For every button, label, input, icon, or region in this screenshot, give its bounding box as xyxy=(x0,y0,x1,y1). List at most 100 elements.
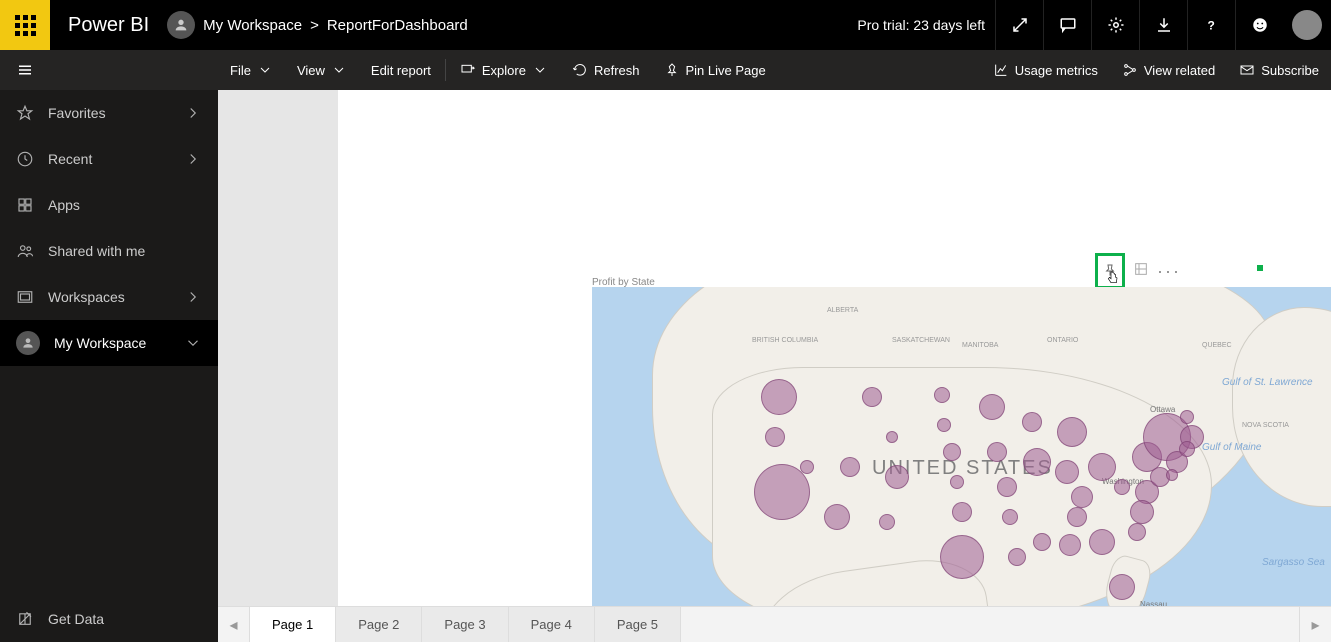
bubble-arizona[interactable] xyxy=(824,504,850,530)
nav-get-data[interactable]: Get Data xyxy=(0,596,218,642)
edit-report-button[interactable]: Edit report xyxy=(359,50,443,90)
usage-metrics-button[interactable]: Usage metrics xyxy=(981,50,1110,90)
nav-workspaces[interactable]: Workspaces xyxy=(0,274,218,320)
chevron-down-icon xyxy=(532,62,548,78)
nav-label: My Workspace xyxy=(54,335,146,351)
explore-label: Explore xyxy=(482,63,526,78)
apps-icon xyxy=(16,196,34,214)
nav-shared[interactable]: Shared with me xyxy=(0,228,218,274)
bubble-florida[interactable] xyxy=(1109,574,1135,600)
breadcrumb-separator: > xyxy=(310,17,319,34)
bubble-arkansas[interactable] xyxy=(1002,509,1018,525)
tab-next-button[interactable]: ▸ xyxy=(1299,607,1331,642)
file-menu[interactable]: File xyxy=(218,50,285,90)
view-related-button[interactable]: View related xyxy=(1110,50,1227,90)
bubble-iowa[interactable] xyxy=(987,442,1007,462)
profile-button[interactable] xyxy=(1283,0,1331,50)
bubble-wyoming[interactable] xyxy=(886,431,898,443)
workspaces-icon xyxy=(16,288,34,306)
chevron-right-icon xyxy=(184,104,202,122)
tab-prev-button[interactable]: ◂ xyxy=(218,607,250,642)
chevron-down-icon xyxy=(184,334,202,352)
bubble-wisconsin[interactable] xyxy=(1022,412,1042,432)
bubble-ohio[interactable] xyxy=(1088,453,1116,481)
bubble-nevada[interactable] xyxy=(800,460,814,474)
page-tab-2[interactable]: Page 2 xyxy=(336,607,422,642)
region-label: MANITOBA xyxy=(962,342,998,349)
help-button[interactable]: ? xyxy=(1187,0,1235,50)
usage-label: Usage metrics xyxy=(1015,63,1098,78)
nav-recent[interactable]: Recent xyxy=(0,136,218,182)
bubble-minnesota[interactable] xyxy=(979,394,1005,420)
bubble-mississippi[interactable] xyxy=(1033,533,1051,551)
user-avatar-small xyxy=(167,11,195,39)
more-options-button[interactable]: ··· xyxy=(1157,261,1181,282)
bubble-north-dakota[interactable] xyxy=(934,387,950,403)
bubble-new-mexico[interactable] xyxy=(879,514,895,530)
visual-header-icons: ··· xyxy=(1095,253,1181,289)
bubble-south-dakota[interactable] xyxy=(937,418,951,432)
pin-live-page-button[interactable]: Pin Live Page xyxy=(652,50,778,90)
bubble-south-carolina[interactable] xyxy=(1128,523,1146,541)
bubble-texas[interactable] xyxy=(940,535,984,579)
bubble-oregon[interactable] xyxy=(765,427,785,447)
bubble-utah[interactable] xyxy=(840,457,860,477)
page-tab-3[interactable]: Page 3 xyxy=(422,607,508,642)
bubble-west-virginia[interactable] xyxy=(1114,479,1130,495)
region-label: BRITISH COLUMBIA xyxy=(752,337,818,344)
pin-visual-button[interactable] xyxy=(1095,253,1125,289)
bubble-connecticut[interactable] xyxy=(1179,441,1195,457)
page-tab-4[interactable]: Page 4 xyxy=(509,607,595,642)
report-toolbar: File View Edit report Explore Refresh Pi… xyxy=(0,50,1331,90)
related-label: View related xyxy=(1144,63,1215,78)
bubble-missouri[interactable] xyxy=(997,477,1017,497)
view-menu[interactable]: View xyxy=(285,50,359,90)
notifications-button[interactable] xyxy=(1043,0,1091,50)
chevron-right-icon xyxy=(184,288,202,306)
bubble-kansas[interactable] xyxy=(950,475,964,489)
water-label: Sargasso Sea xyxy=(1262,557,1325,568)
refresh-button[interactable]: Refresh xyxy=(560,50,652,90)
nav-apps[interactable]: Apps xyxy=(0,182,218,228)
subscribe-button[interactable]: Subscribe xyxy=(1227,50,1331,90)
bubble-illinois[interactable] xyxy=(1023,448,1051,476)
nav-my-workspace[interactable]: My Workspace xyxy=(0,320,218,366)
settings-button[interactable] xyxy=(1091,0,1139,50)
bubble-oklahoma[interactable] xyxy=(952,502,972,522)
bubble-tennessee[interactable] xyxy=(1067,507,1087,527)
report-canvas[interactable]: Profit by State ··· UNITED STATES MEXICO… xyxy=(218,90,1331,606)
bubble-colorado[interactable] xyxy=(885,465,909,489)
bubble-north-carolina[interactable] xyxy=(1130,500,1154,524)
breadcrumb-workspace[interactable]: My Workspace xyxy=(203,17,302,34)
nav-toggle-button[interactable] xyxy=(0,50,50,90)
page-tab-5[interactable]: Page 5 xyxy=(595,607,681,642)
fullscreen-button[interactable] xyxy=(995,0,1043,50)
bubble-delaware[interactable] xyxy=(1166,469,1178,481)
map-visual[interactable]: UNITED STATES MEXICO BRITISH COLUMBIA AL… xyxy=(592,287,1331,606)
clock-icon xyxy=(16,150,34,168)
bubble-vermont[interactable] xyxy=(1180,410,1194,424)
trial-status: Pro trial: 23 days left xyxy=(857,17,985,33)
bubble-georgia[interactable] xyxy=(1089,529,1115,555)
feedback-button[interactable] xyxy=(1235,0,1283,50)
region-label: NOVA SCOTIA xyxy=(1242,422,1289,429)
bubble-michigan[interactable] xyxy=(1057,417,1087,447)
breadcrumb-report[interactable]: ReportForDashboard xyxy=(327,17,468,34)
nav-favorites[interactable]: Favorites xyxy=(0,90,218,136)
bubble-montana[interactable] xyxy=(862,387,882,407)
top-header: Power BI My Workspace > ReportForDashboa… xyxy=(0,0,1331,50)
explore-menu[interactable]: Explore xyxy=(448,50,560,90)
download-button[interactable] xyxy=(1139,0,1187,50)
shared-icon xyxy=(16,242,34,260)
focus-mode-button[interactable] xyxy=(1133,261,1149,282)
app-launcher-button[interactable] xyxy=(0,0,50,50)
bubble-kentucky[interactable] xyxy=(1071,486,1093,508)
star-icon xyxy=(16,104,34,122)
focus-icon xyxy=(1133,261,1149,277)
page-tab-1[interactable]: Page 1 xyxy=(250,607,336,642)
bubble-indiana[interactable] xyxy=(1055,460,1079,484)
bubble-alabama[interactable] xyxy=(1059,534,1081,556)
bubble-washington[interactable] xyxy=(761,379,797,415)
bubble-nebraska[interactable] xyxy=(943,443,961,461)
bubble-louisiana[interactable] xyxy=(1008,548,1026,566)
